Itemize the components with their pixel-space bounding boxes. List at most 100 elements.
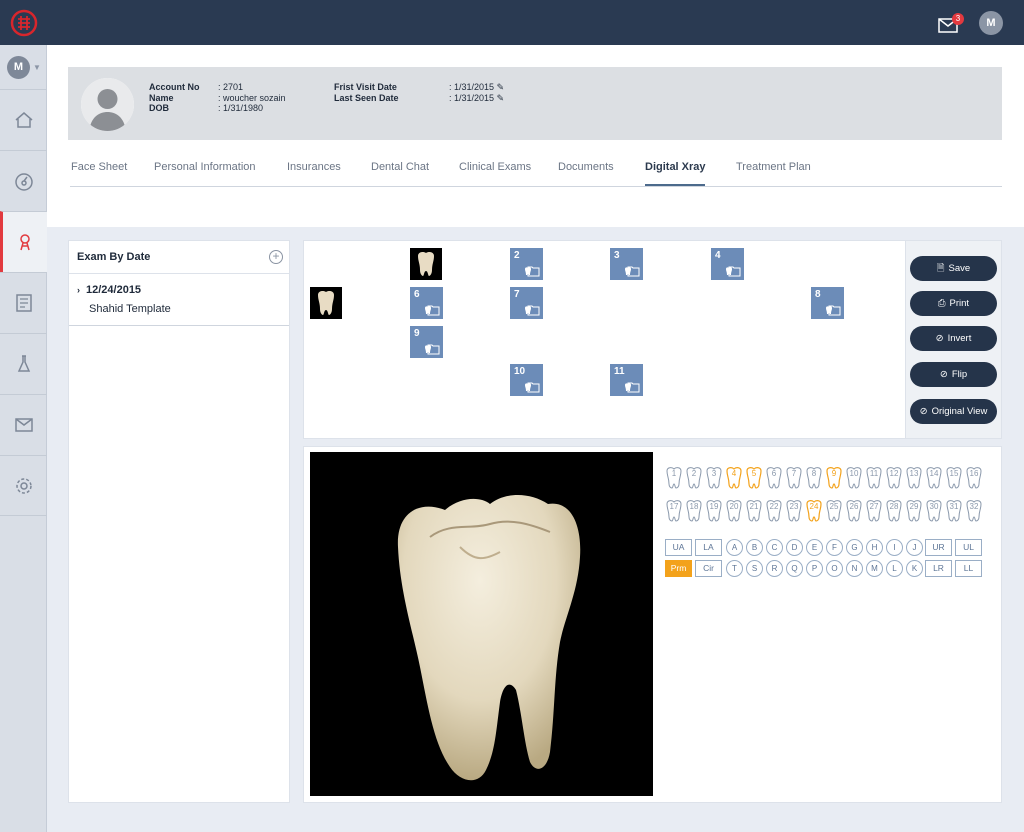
xray-slot[interactable]: 9 bbox=[410, 326, 443, 358]
user-avatar[interactable]: M bbox=[979, 11, 1003, 35]
tab-documents[interactable]: Documents bbox=[558, 161, 614, 173]
tooth-button[interactable]: 1 bbox=[665, 466, 683, 489]
region-button[interactable]: M bbox=[866, 560, 883, 577]
region-button[interactable]: Cir bbox=[695, 560, 722, 577]
xray-slot[interactable]: 11 bbox=[610, 364, 643, 396]
region-button[interactable]: Q bbox=[786, 560, 803, 577]
region-button[interactable]: LL bbox=[955, 560, 982, 577]
sidebar-item-settings[interactable] bbox=[0, 455, 47, 516]
tooth-button-selected[interactable]: 9 bbox=[825, 466, 843, 489]
sidebar-item-dashboard[interactable] bbox=[0, 150, 47, 211]
region-button[interactable]: LA bbox=[695, 539, 722, 556]
tooth-button[interactable]: 25 bbox=[825, 499, 843, 522]
region-button[interactable]: P bbox=[806, 560, 823, 577]
sidebar-item-lab[interactable] bbox=[0, 333, 47, 394]
xray-slot[interactable]: 7 bbox=[510, 287, 543, 319]
region-button[interactable]: T bbox=[726, 560, 743, 577]
region-button[interactable]: B bbox=[746, 539, 763, 556]
save-button[interactable]: 🗎 Save bbox=[910, 256, 997, 281]
tooth-button[interactable]: 20 bbox=[725, 499, 743, 522]
tooth-button[interactable]: 8 bbox=[805, 466, 823, 489]
print-button[interactable]: ⎙ Print bbox=[910, 291, 997, 316]
region-button[interactable]: G bbox=[846, 539, 863, 556]
tooth-button[interactable]: 22 bbox=[765, 499, 783, 522]
tooth-button[interactable]: 32 bbox=[965, 499, 983, 522]
tooth-button[interactable]: 30 bbox=[925, 499, 943, 522]
tooth-button[interactable]: 31 bbox=[945, 499, 963, 522]
region-button[interactable]: O bbox=[826, 560, 843, 577]
sidebar-item-billing[interactable] bbox=[0, 272, 47, 333]
tooth-button-selected[interactable]: 5 bbox=[745, 466, 763, 489]
tooth-button[interactable]: 29 bbox=[905, 499, 923, 522]
tooth-button[interactable]: 18 bbox=[685, 499, 703, 522]
tooth-button[interactable]: 12 bbox=[885, 466, 903, 489]
tab-digital-xray[interactable]: Digital Xray bbox=[645, 161, 706, 173]
tooth-button[interactable]: 21 bbox=[745, 499, 763, 522]
region-button[interactable]: UL bbox=[955, 539, 982, 556]
xray-slot[interactable]: 4 bbox=[711, 248, 744, 280]
sidebar-user-menu[interactable]: M ▼ bbox=[0, 45, 47, 89]
tab-personal-information[interactable]: Personal Information bbox=[154, 161, 256, 173]
edit-icon[interactable]: ✎ bbox=[497, 93, 505, 103]
tab-dental-chat[interactable]: Dental Chat bbox=[371, 161, 429, 173]
tab-insurances[interactable]: Insurances bbox=[287, 161, 341, 173]
region-button[interactable]: A bbox=[726, 539, 743, 556]
tooth-button[interactable]: 17 bbox=[665, 499, 683, 522]
region-button[interactable]: L bbox=[886, 560, 903, 577]
xray-slot[interactable]: 8 bbox=[811, 287, 844, 319]
region-button[interactable]: S bbox=[746, 560, 763, 577]
sidebar-item-messages[interactable] bbox=[0, 394, 47, 455]
region-button[interactable]: UA bbox=[665, 539, 692, 556]
tooth-button[interactable]: 10 bbox=[845, 466, 863, 489]
exam-template-item[interactable]: Shahid Template bbox=[89, 303, 171, 315]
xray-thumbnail-image[interactable] bbox=[310, 287, 342, 319]
region-button[interactable]: H bbox=[866, 539, 883, 556]
tooth-button-selected[interactable]: 4 bbox=[725, 466, 743, 489]
app-logo[interactable] bbox=[0, 0, 47, 45]
xray-slot[interactable]: 10 bbox=[510, 364, 543, 396]
region-button[interactable]: N bbox=[846, 560, 863, 577]
tab-clinical-exams[interactable]: Clinical Exams bbox=[459, 161, 531, 173]
tooth-button[interactable]: 19 bbox=[705, 499, 723, 522]
region-button-selected[interactable]: Prm bbox=[665, 560, 692, 577]
xray-slot[interactable]: 3 bbox=[610, 248, 643, 280]
sidebar-item-home[interactable] bbox=[0, 89, 47, 150]
tooth-button[interactable]: 16 bbox=[965, 466, 983, 489]
region-button[interactable]: F bbox=[826, 539, 843, 556]
region-button[interactable]: D bbox=[786, 539, 803, 556]
tooth-button[interactable]: 7 bbox=[785, 466, 803, 489]
region-button[interactable]: R bbox=[766, 560, 783, 577]
region-button[interactable]: K bbox=[906, 560, 923, 577]
tooth-button[interactable]: 14 bbox=[925, 466, 943, 489]
xray-image-viewer[interactable] bbox=[310, 452, 653, 796]
tooth-button[interactable]: 3 bbox=[705, 466, 723, 489]
tooth-button[interactable]: 2 bbox=[685, 466, 703, 489]
tooth-button-selected[interactable]: 24 bbox=[805, 499, 823, 522]
add-exam-button[interactable]: + bbox=[269, 250, 283, 264]
exam-date-item[interactable]: › 12/24/2015 bbox=[77, 284, 141, 296]
invert-button[interactable]: ⊘ Invert bbox=[910, 326, 997, 351]
xray-thumbnail-image[interactable] bbox=[410, 248, 442, 280]
region-button[interactable]: J bbox=[906, 539, 923, 556]
tab-treatment-plan[interactable]: Treatment Plan bbox=[736, 161, 811, 173]
region-button[interactable]: I bbox=[886, 539, 903, 556]
region-button[interactable]: UR bbox=[925, 539, 952, 556]
region-button[interactable]: LR bbox=[925, 560, 952, 577]
xray-slot[interactable]: 6 bbox=[410, 287, 443, 319]
tooth-button[interactable]: 6 bbox=[765, 466, 783, 489]
tab-face-sheet[interactable]: Face Sheet bbox=[71, 161, 127, 173]
original-view-button[interactable]: ⊘ Original View bbox=[910, 399, 997, 424]
sidebar-item-patient[interactable] bbox=[0, 211, 47, 272]
edit-icon[interactable]: ✎ bbox=[497, 82, 505, 92]
tooth-button[interactable]: 11 bbox=[865, 466, 883, 489]
tooth-button[interactable]: 13 bbox=[905, 466, 923, 489]
region-button[interactable]: E bbox=[806, 539, 823, 556]
tooth-button[interactable]: 26 bbox=[845, 499, 863, 522]
flip-button[interactable]: ⊘ Flip bbox=[910, 362, 997, 387]
tooth-button[interactable]: 23 bbox=[785, 499, 803, 522]
tooth-button[interactable]: 28 bbox=[885, 499, 903, 522]
tooth-button[interactable]: 15 bbox=[945, 466, 963, 489]
tooth-button[interactable]: 27 bbox=[865, 499, 883, 522]
xray-slot[interactable]: 2 bbox=[510, 248, 543, 280]
region-button[interactable]: C bbox=[766, 539, 783, 556]
